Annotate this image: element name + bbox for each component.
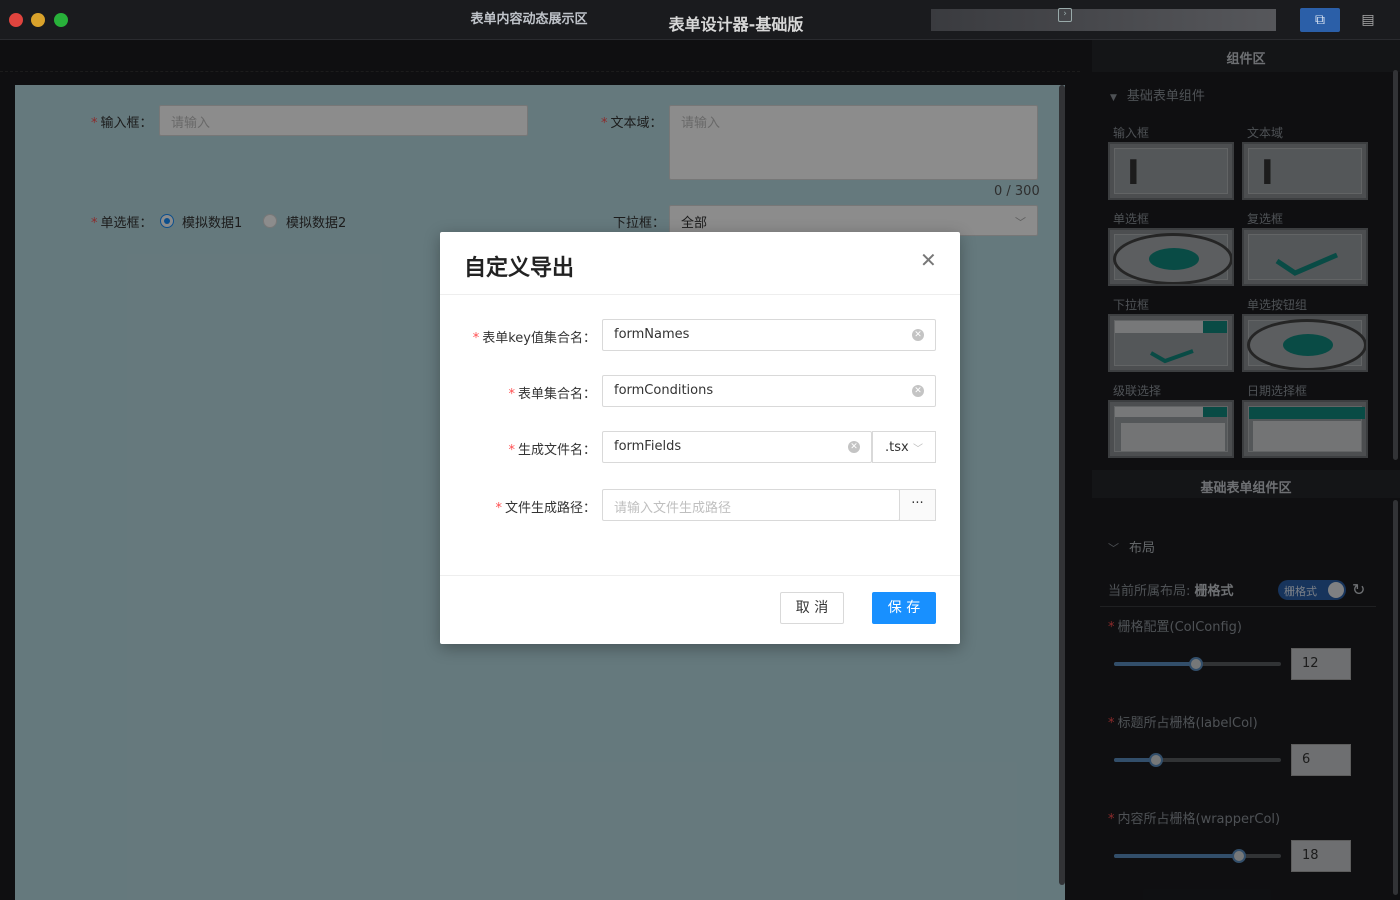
dialog-title: 自定义导出 <box>464 256 575 281</box>
puzzle-icon: ⧉ <box>1315 12 1325 28</box>
file-suffix-value: .tsx <box>885 440 909 455</box>
clear-icon[interactable]: ✕ <box>848 441 860 453</box>
export-dialog: 自定义导出 ✕ * 表单key值集合名： formNames ✕ * 表单集合名： … <box>440 232 960 644</box>
file-suffix-select[interactable]: .tsx ﹀ <box>872 431 936 463</box>
document-icon: ▤ <box>1361 12 1375 28</box>
clear-icon[interactable]: ✕ <box>912 385 924 397</box>
form-key-names-label: * 表单key值集合名： <box>472 331 596 346</box>
file-name-label: * 生成文件名： <box>508 443 596 458</box>
save-button[interactable]: 保 存 <box>872 592 936 624</box>
chevron-down-icon: ﹀ <box>913 444 923 455</box>
collapse-panel-icon[interactable]: › <box>1058 8 1072 22</box>
form-collection-label: * 表单集合名： <box>508 387 596 402</box>
file-path-input[interactable]: 请输入文件生成路径 <box>602 489 900 521</box>
browse-path-button[interactable]: ··· <box>899 489 936 521</box>
form-collection-input[interactable]: formConditions <box>602 375 936 407</box>
display-area-title: 表单内容动态展示区 <box>470 12 588 27</box>
dialog-header-divider <box>440 294 960 295</box>
cancel-button[interactable]: 取 消 <box>780 592 844 624</box>
file-name-input[interactable]: formFields <box>602 431 872 463</box>
plugin-button[interactable]: ⧉ <box>1300 8 1340 32</box>
clear-icon[interactable]: ✕ <box>912 329 924 341</box>
form-key-names-input[interactable]: formNames <box>602 319 936 351</box>
dialog-footer-divider <box>440 575 960 576</box>
close-icon[interactable]: ✕ <box>920 248 937 272</box>
document-button[interactable]: ▤ <box>1356 8 1380 32</box>
file-path-label: * 文件生成路径： <box>495 501 596 516</box>
